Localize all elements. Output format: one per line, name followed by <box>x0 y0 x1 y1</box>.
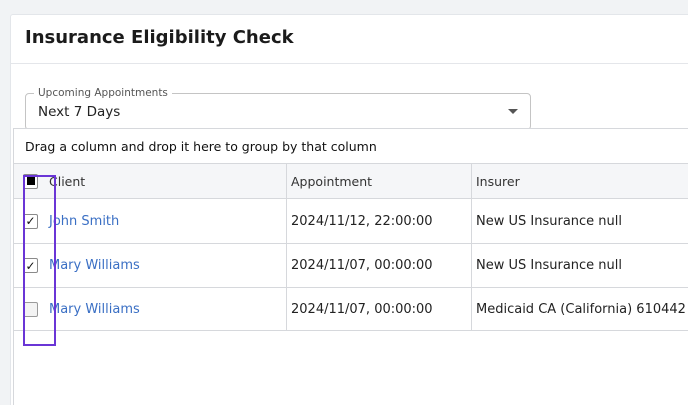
row-select-cell <box>14 288 47 330</box>
row-checkbox[interactable]: ✓ <box>23 213 38 229</box>
column-header-appointment[interactable]: Appointment <box>286 164 471 198</box>
page-title: Insurance Eligibility Check <box>25 27 294 48</box>
row-checkbox[interactable] <box>23 301 38 317</box>
table-row: Mary Williams 2024/11/07, 00:00:00 Medic… <box>14 287 688 331</box>
column-header-client[interactable]: Client <box>47 164 286 198</box>
upcoming-appointments-select[interactable]: Upcoming Appointments Next 7 Days <box>25 86 531 130</box>
header-row: Client Appointment Insurer <box>14 163 688 198</box>
client-link[interactable]: Mary Williams <box>49 302 140 317</box>
caret-down-icon[interactable] <box>508 109 518 114</box>
header-divider <box>11 63 688 64</box>
select-all-checkbox[interactable] <box>23 173 38 189</box>
client-link[interactable]: Mary Williams <box>49 258 140 273</box>
insurer-cell: New US Insurance null <box>471 244 688 287</box>
insurer-cell: New US Insurance null <box>471 199 688 243</box>
appointments-grid: Drag a column and drop it here to group … <box>13 128 688 405</box>
insurer-cell: Medicaid CA (California) 610442 <box>471 288 688 330</box>
table-row: ✓ Mary Williams 2024/11/07, 00:00:00 New… <box>14 243 688 287</box>
table-row: ✓ John Smith 2024/11/12, 22:00:00 New US… <box>14 198 688 243</box>
group-by-panel[interactable]: Drag a column and drop it here to group … <box>14 129 688 163</box>
row-select-cell: ✓ <box>14 199 47 243</box>
select-all-cell <box>14 164 47 198</box>
row-select-cell: ✓ <box>14 244 47 287</box>
appointment-cell: 2024/11/12, 22:00:00 <box>286 199 471 243</box>
appointment-cell: 2024/11/07, 00:00:00 <box>286 288 471 330</box>
client-cell: Mary Williams <box>47 244 286 287</box>
client-link[interactable]: John Smith <box>49 214 119 229</box>
client-cell: Mary Williams <box>47 288 286 330</box>
row-checkbox[interactable]: ✓ <box>23 258 38 273</box>
select-value: Next 7 Days <box>38 104 121 120</box>
indeterminate-icon <box>26 177 35 185</box>
select-label: Upcoming Appointments <box>34 86 172 100</box>
appointment-cell: 2024/11/07, 00:00:00 <box>286 244 471 287</box>
client-cell: John Smith <box>47 199 286 243</box>
column-header-insurer[interactable]: Insurer <box>471 164 688 198</box>
